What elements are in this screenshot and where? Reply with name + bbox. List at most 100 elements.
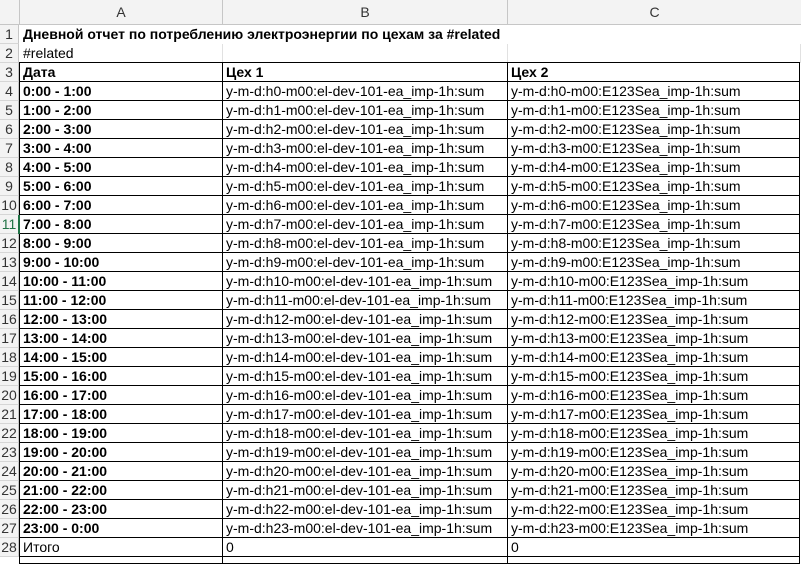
header-cell-workshop-2[interactable]: Цех 2: [508, 63, 801, 82]
formula-cell[interactable]: y-m-d:h5-m00:el-dev-101-ea_imp-1h:sum: [223, 177, 508, 196]
formula-cell[interactable]: y-m-d:h9-m00:el-dev-101-ea_imp-1h:sum: [223, 253, 508, 272]
formula-cell[interactable]: y-m-d:h10-m00:E123Sea_imp-1h:sum: [508, 272, 801, 291]
date-cell[interactable]: 22:00 - 23:00: [20, 500, 223, 519]
header-cell-date[interactable]: Дата: [20, 63, 223, 82]
row-header[interactable]: 9: [0, 177, 19, 196]
date-cell[interactable]: 17:00 - 18:00: [20, 405, 223, 424]
date-cell[interactable]: 21:00 - 22:00: [20, 481, 223, 500]
date-cell[interactable]: 10:00 - 11:00: [20, 272, 223, 291]
date-cell[interactable]: 15:00 - 16:00: [20, 367, 223, 386]
date-cell[interactable]: 19:00 - 20:00: [20, 443, 223, 462]
date-cell[interactable]: 20:00 - 21:00: [20, 462, 223, 481]
cell[interactable]: [223, 44, 508, 63]
date-cell[interactable]: 13:00 - 14:00: [20, 329, 223, 348]
date-cell[interactable]: 12:00 - 13:00: [20, 310, 223, 329]
formula-cell[interactable]: y-m-d:h5-m00:E123Sea_imp-1h:sum: [508, 177, 801, 196]
formula-cell[interactable]: y-m-d:h0-m00:el-dev-101-ea_imp-1h:sum: [223, 82, 508, 101]
row-header[interactable]: 10: [0, 196, 19, 215]
row-header[interactable]: 23: [0, 443, 19, 462]
date-cell[interactable]: 7:00 - 8:00: [20, 215, 223, 234]
date-cell[interactable]: 23:00 - 0:00: [20, 519, 223, 538]
formula-cell[interactable]: y-m-d:h1-m00:el-dev-101-ea_imp-1h:sum: [223, 101, 508, 120]
row-header[interactable]: 24: [0, 462, 19, 481]
date-cell[interactable]: 18:00 - 19:00: [20, 424, 223, 443]
row-header[interactable]: 3: [0, 63, 19, 82]
row-header[interactable]: 4: [0, 82, 19, 101]
date-cell[interactable]: 11:00 - 12:00: [20, 291, 223, 310]
formula-cell[interactable]: y-m-d:h7-m00:el-dev-101-ea_imp-1h:sum: [223, 215, 508, 234]
formula-cell[interactable]: y-m-d:h4-m00:el-dev-101-ea_imp-1h:sum: [223, 158, 508, 177]
formula-cell[interactable]: y-m-d:h9-m00:E123Sea_imp-1h:sum: [508, 253, 801, 272]
formula-cell[interactable]: y-m-d:h13-m00:E123Sea_imp-1h:sum: [508, 329, 801, 348]
formula-cell[interactable]: y-m-d:h8-m00:el-dev-101-ea_imp-1h:sum: [223, 234, 508, 253]
formula-cell[interactable]: y-m-d:h3-m00:el-dev-101-ea_imp-1h:sum: [223, 139, 508, 158]
formula-cell[interactable]: y-m-d:h15-m00:E123Sea_imp-1h:sum: [508, 367, 801, 386]
formula-cell[interactable]: y-m-d:h14-m00:el-dev-101-ea_imp-1h:sum: [223, 348, 508, 367]
row-header[interactable]: 21: [0, 405, 19, 424]
column-header-c[interactable]: C: [508, 0, 801, 24]
row-header[interactable]: 16: [0, 310, 19, 329]
date-cell[interactable]: 2:00 - 3:00: [20, 120, 223, 139]
formula-cell[interactable]: y-m-d:h0-m00:E123Sea_imp-1h:sum: [508, 82, 801, 101]
formula-cell[interactable]: y-m-d:h22-m00:el-dev-101-ea_imp-1h:sum: [223, 500, 508, 519]
row-header[interactable]: 12: [0, 234, 19, 253]
row-header[interactable]: 8: [0, 158, 19, 177]
formula-cell[interactable]: y-m-d:h19-m00:E123Sea_imp-1h:sum: [508, 443, 801, 462]
header-cell-workshop-1[interactable]: Цех 1: [223, 63, 508, 82]
date-cell[interactable]: 4:00 - 5:00: [20, 158, 223, 177]
date-cell[interactable]: 5:00 - 6:00: [20, 177, 223, 196]
formula-cell[interactable]: y-m-d:h12-m00:el-dev-101-ea_imp-1h:sum: [223, 310, 508, 329]
formula-cell[interactable]: y-m-d:h4-m00:E123Sea_imp-1h:sum: [508, 158, 801, 177]
formula-cell[interactable]: y-m-d:h23-m00:el-dev-101-ea_imp-1h:sum: [223, 519, 508, 538]
row-header[interactable]: 25: [0, 481, 19, 500]
formula-cell[interactable]: y-m-d:h17-m00:E123Sea_imp-1h:sum: [508, 405, 801, 424]
row-header[interactable]: 13: [0, 253, 19, 272]
column-header-a[interactable]: A: [20, 0, 223, 24]
row-header[interactable]: 6: [0, 120, 19, 139]
date-cell[interactable]: 1:00 - 2:00: [20, 101, 223, 120]
row-header[interactable]: 22: [0, 424, 19, 443]
row-header[interactable]: 28: [0, 538, 19, 557]
row-header[interactable]: 11: [0, 215, 19, 234]
formula-cell[interactable]: y-m-d:h13-m00:el-dev-101-ea_imp-1h:sum: [223, 329, 508, 348]
formula-cell[interactable]: y-m-d:h20-m00:el-dev-101-ea_imp-1h:sum: [223, 462, 508, 481]
total-label-cell[interactable]: Итого: [20, 538, 223, 557]
row-header[interactable]: 19: [0, 367, 19, 386]
formula-cell[interactable]: y-m-d:h19-m00:el-dev-101-ea_imp-1h:sum: [223, 443, 508, 462]
row-header[interactable]: 26: [0, 500, 19, 519]
row-header[interactable]: 27: [0, 519, 19, 538]
formula-cell[interactable]: y-m-d:h12-m00:E123Sea_imp-1h:sum: [508, 310, 801, 329]
formula-cell[interactable]: y-m-d:h15-m00:el-dev-101-ea_imp-1h:sum: [223, 367, 508, 386]
formula-cell[interactable]: y-m-d:h14-m00:E123Sea_imp-1h:sum: [508, 348, 801, 367]
row-header[interactable]: 2: [0, 44, 19, 63]
formula-cell[interactable]: y-m-d:h10-m00:el-dev-101-ea_imp-1h:sum: [223, 272, 508, 291]
formula-cell[interactable]: y-m-d:h2-m00:E123Sea_imp-1h:sum: [508, 120, 801, 139]
date-cell[interactable]: 9:00 - 10:00: [20, 253, 223, 272]
date-cell[interactable]: 6:00 - 7:00: [20, 196, 223, 215]
cell[interactable]: [508, 44, 801, 63]
formula-cell[interactable]: y-m-d:h8-m00:E123Sea_imp-1h:sum: [508, 234, 801, 253]
date-cell[interactable]: 8:00 - 9:00: [20, 234, 223, 253]
formula-cell[interactable]: y-m-d:h3-m00:E123Sea_imp-1h:sum: [508, 139, 801, 158]
formula-cell[interactable]: y-m-d:h23-m00:E123Sea_imp-1h:sum: [508, 519, 801, 538]
formula-cell[interactable]: y-m-d:h21-m00:el-dev-101-ea_imp-1h:sum: [223, 481, 508, 500]
formula-cell[interactable]: y-m-d:h18-m00:E123Sea_imp-1h:sum: [508, 424, 801, 443]
total-value-cell[interactable]: 0: [508, 538, 801, 557]
formula-cell[interactable]: y-m-d:h6-m00:E123Sea_imp-1h:sum: [508, 196, 801, 215]
formula-cell[interactable]: y-m-d:h22-m00:E123Sea_imp-1h:sum: [508, 500, 801, 519]
date-cell[interactable]: 14:00 - 15:00: [20, 348, 223, 367]
row-header[interactable]: 18: [0, 348, 19, 367]
formula-cell[interactable]: y-m-d:h20-m00:E123Sea_imp-1h:sum: [508, 462, 801, 481]
total-value-cell[interactable]: 0: [223, 538, 508, 557]
row-header[interactable]: 17: [0, 329, 19, 348]
subtitle-cell[interactable]: #related: [20, 44, 223, 63]
date-cell[interactable]: 0:00 - 1:00: [20, 82, 223, 101]
row-header[interactable]: 5: [0, 101, 19, 120]
formula-cell[interactable]: y-m-d:h16-m00:E123Sea_imp-1h:sum: [508, 386, 801, 405]
row-header[interactable]: 1: [0, 25, 19, 44]
date-cell[interactable]: 3:00 - 4:00: [20, 139, 223, 158]
row-header[interactable]: 14: [0, 272, 19, 291]
formula-cell[interactable]: y-m-d:h7-m00:E123Sea_imp-1h:sum: [508, 215, 801, 234]
formula-cell[interactable]: y-m-d:h17-m00:el-dev-101-ea_imp-1h:sum: [223, 405, 508, 424]
formula-cell[interactable]: y-m-d:h21-m00:E123Sea_imp-1h:sum: [508, 481, 801, 500]
